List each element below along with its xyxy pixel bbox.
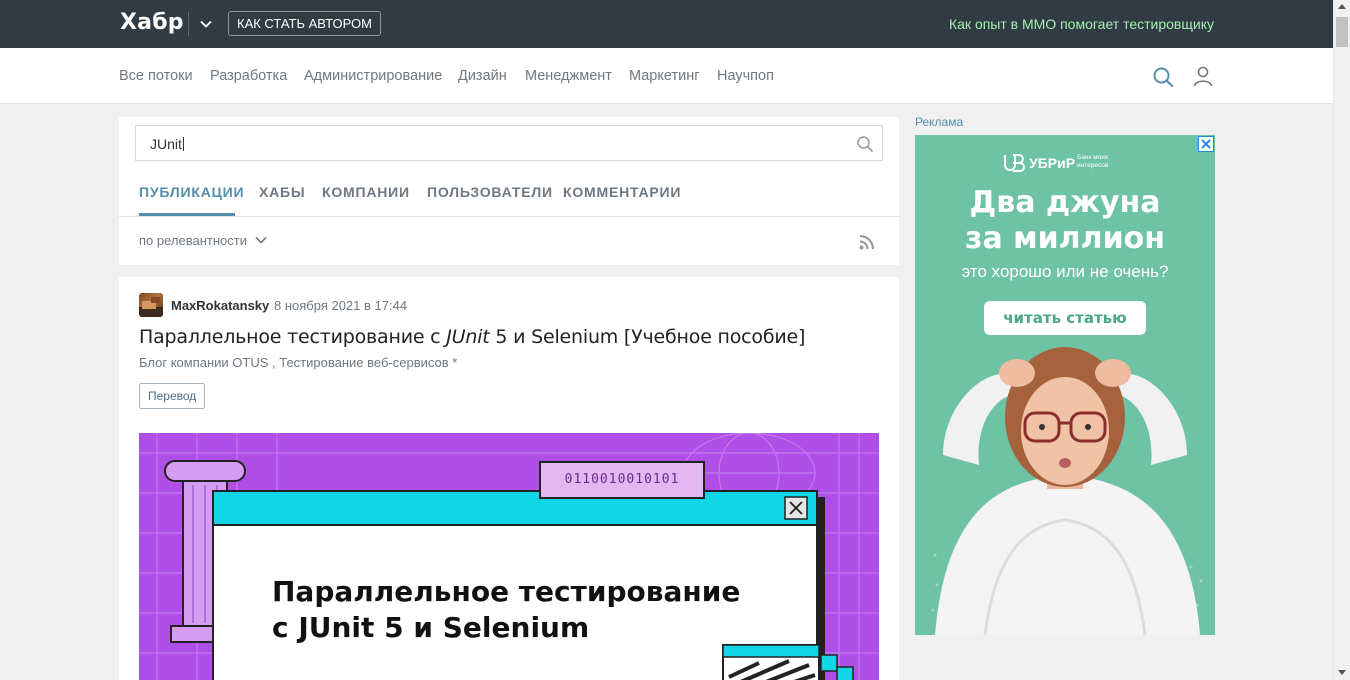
text-caret xyxy=(182,137,184,151)
search-panel: JUnit ПУБЛИКАЦИИ ХАБЫ КОМПАНИИ ПОЛЬЗОВАТ… xyxy=(119,117,899,265)
scroll-down-arrow-icon[interactable] xyxy=(1338,670,1346,675)
ad-banner[interactable]: УБРиР Банк моих интересов Два джуна за м… xyxy=(915,135,1215,635)
flows-nav: Все потоки Разработка Администрирование … xyxy=(0,48,1333,104)
publish-date: 8 ноября 2021 в 17:44 xyxy=(274,298,408,313)
scroll-up-arrow-icon[interactable] xyxy=(1338,4,1346,9)
ad-heading-line-2: за миллион xyxy=(965,221,1165,256)
nav-item-design[interactable]: Дизайн xyxy=(458,68,507,84)
article-card: MaxRokatansky 8 ноября 2021 в 17:44 Пара… xyxy=(119,277,899,680)
binary-badge: 0110010010101 xyxy=(539,461,705,499)
search-icon[interactable] xyxy=(1152,66,1174,88)
ad-subheading: это хорошо или не очень? xyxy=(961,262,1169,281)
tab-comments[interactable]: КОММЕНТАРИИ xyxy=(563,184,681,200)
nav-item-all-flows[interactable]: Все потоки xyxy=(119,68,193,84)
logo-divider xyxy=(188,12,189,36)
active-tab-indicator xyxy=(139,213,235,216)
search-query: JUnit xyxy=(150,136,182,152)
tab-hubs[interactable]: ХАБЫ xyxy=(259,184,305,200)
scroll-thumb[interactable] xyxy=(1336,17,1348,47)
promo-link[interactable]: Как опыт в ММО помогает тестировщику xyxy=(949,16,1214,32)
ad-close-button[interactable] xyxy=(1198,136,1214,152)
search-icon[interactable] xyxy=(856,135,874,153)
sort-select[interactable]: по релевантности xyxy=(139,233,247,248)
cover-heading-line-2: с JUnit 5 и Selenium xyxy=(272,611,590,644)
tab-companies[interactable]: КОМПАНИИ xyxy=(322,184,410,200)
ad-read-article-button[interactable]: читать статью xyxy=(984,301,1146,335)
avatar[interactable] xyxy=(139,293,163,317)
translation-label[interactable]: Перевод xyxy=(139,383,206,409)
chevron-down-icon[interactable] xyxy=(198,16,214,32)
search-input[interactable]: JUnit xyxy=(135,125,883,161)
habr-logo[interactable]: Хабр xyxy=(120,10,184,35)
article-cover-image[interactable]: 0110010010101 Параллельное тестирование … xyxy=(139,433,879,680)
nav-item-administration[interactable]: Администрирование xyxy=(304,68,442,84)
ad-heading-line-1: Два джуна xyxy=(969,185,1161,220)
ad-label: Реклама xyxy=(915,115,964,129)
cover-heading-line-1: Параллельное тестирование xyxy=(272,575,741,608)
title-suffix: 5 и Selenium [Учебное пособие] xyxy=(489,326,806,348)
nav-item-development[interactable]: Разработка xyxy=(210,68,287,84)
tab-publications[interactable]: ПУБЛИКАЦИИ xyxy=(139,184,244,200)
tab-users[interactable]: ПОЛЬЗОВАТЕЛИ xyxy=(427,184,553,200)
ad-brand: УБРиР Банк моих интересов xyxy=(1003,153,1133,173)
ad-brand-tagline: Банк моих интересов xyxy=(1077,154,1109,169)
ad-heading: Два джуна за миллион xyxy=(915,185,1215,257)
top-bar: Хабр КАК СТАТЬ АВТОРОМ Как опыт в ММО по… xyxy=(0,0,1333,48)
cover-heading: Параллельное тестирование с JUnit 5 и Se… xyxy=(272,574,740,646)
rss-icon[interactable] xyxy=(858,233,876,251)
title-highlight: JUnit xyxy=(446,326,490,348)
how-to-become-author-button[interactable]: КАК СТАТЬ АВТОРОМ xyxy=(228,11,381,36)
nav-item-popsci[interactable]: Научпоп xyxy=(717,68,774,84)
user-icon[interactable] xyxy=(1192,65,1214,87)
article-title[interactable]: Параллельное тестирование с JUnit 5 и Se… xyxy=(139,326,805,348)
ubrir-logo-icon xyxy=(1004,154,1025,172)
ad-brand-name: УБРиР xyxy=(1029,155,1076,171)
avatar-image xyxy=(139,297,163,317)
title-prefix: Параллельное тестирование с xyxy=(139,326,447,348)
author-link[interactable]: MaxRokatansky xyxy=(171,298,269,313)
search-tabs: ПУБЛИКАЦИИ ХАБЫ КОМПАНИИ ПОЛЬЗОВАТЕЛИ КО… xyxy=(119,177,899,217)
nav-item-marketing[interactable]: Маркетинг xyxy=(629,68,700,84)
chevron-down-icon[interactable] xyxy=(254,233,268,247)
close-icon xyxy=(1201,139,1211,149)
article-hubs[interactable]: Блог компании OTUS , Тестирование веб-се… xyxy=(139,355,457,370)
page-scrollbar[interactable] xyxy=(1333,0,1350,680)
nav-item-management[interactable]: Менеджмент xyxy=(525,68,612,84)
